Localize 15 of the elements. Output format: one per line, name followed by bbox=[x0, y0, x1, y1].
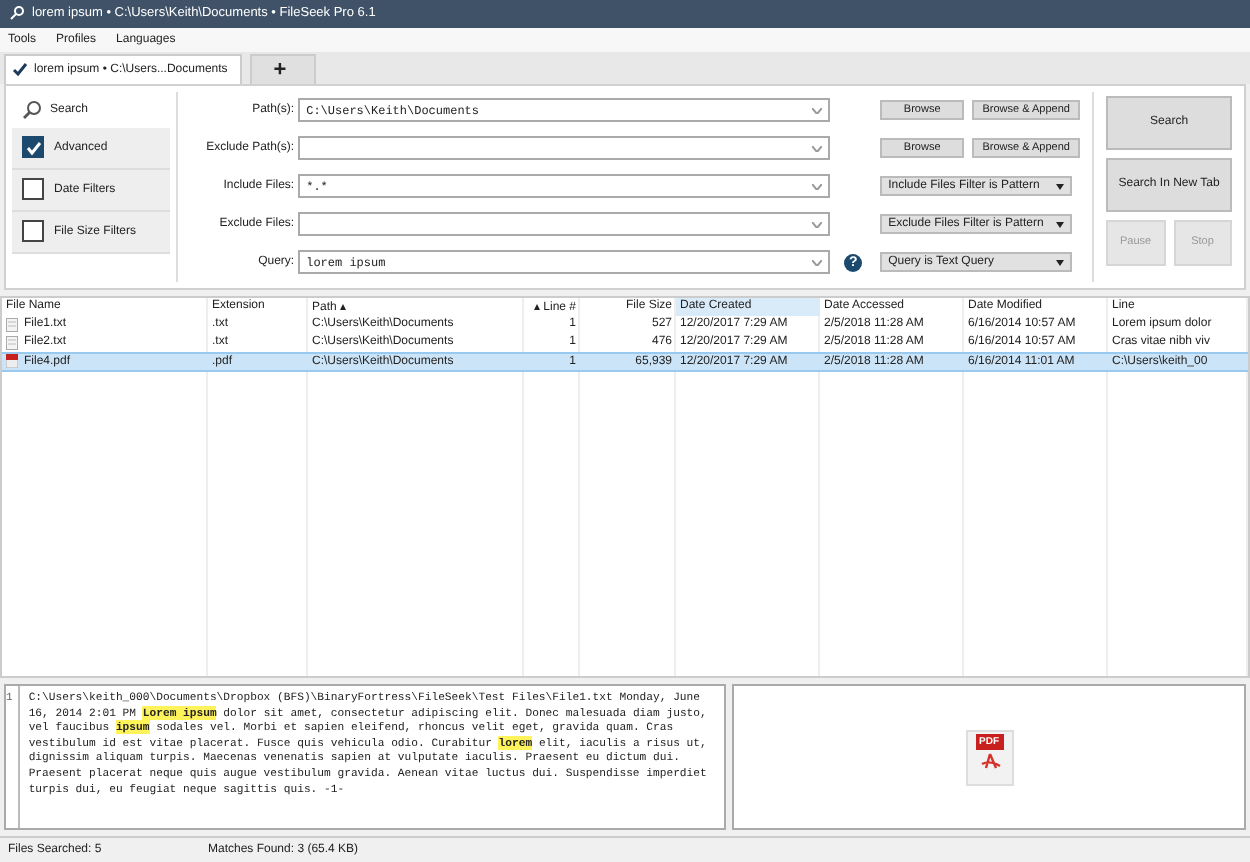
search-icon bbox=[22, 99, 42, 120]
text-file-icon bbox=[6, 335, 18, 350]
dropdown-arrow-icon bbox=[1056, 183, 1065, 190]
text-file-icon bbox=[6, 317, 18, 332]
checkbox[interactable] bbox=[22, 178, 44, 201]
checkbox[interactable] bbox=[22, 136, 44, 159]
dropdown-arrow-icon bbox=[1056, 221, 1065, 228]
checkmark-icon bbox=[12, 62, 28, 77]
pdf-file-icon bbox=[6, 354, 18, 369]
new-tab-button[interactable]: + bbox=[249, 53, 317, 84]
dropdown-arrow-icon bbox=[1056, 259, 1065, 266]
magnifier-icon bbox=[10, 6, 24, 21]
combo-field[interactable] bbox=[298, 212, 831, 237]
checkbox[interactable] bbox=[22, 220, 44, 243]
combo-field[interactable] bbox=[298, 136, 831, 161]
